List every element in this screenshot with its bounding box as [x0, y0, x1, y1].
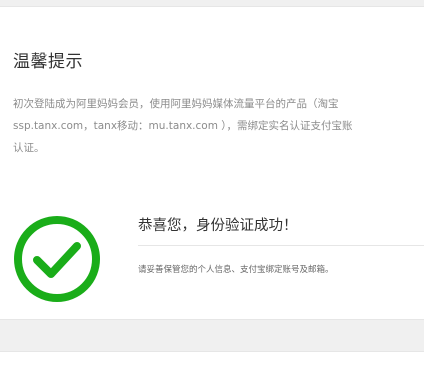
- security-note: 请妥善保管您的个人信息、支付宝绑定账号及邮箱。: [138, 265, 334, 275]
- next-section: [0, 351, 424, 372]
- notice-description: 初次登陆成为阿里妈妈会员，使用阿里妈妈媒体流量平台的产品（淘宝 ssp.tanx…: [13, 93, 424, 159]
- check-circle-icon: [14, 216, 100, 302]
- description-line: 初次登陆成为阿里妈妈会员，使用阿里妈妈媒体流量平台的产品（淘宝: [13, 98, 339, 110]
- divider: [138, 245, 424, 246]
- notice-card: 温馨提示 初次登陆成为阿里妈妈会员，使用阿里妈妈媒体流量平台的产品（淘宝 ssp…: [0, 6, 424, 320]
- description-line: ssp.tanx.com，tanx移动：mu.tanx.com ），需绑定实名认…: [13, 120, 353, 132]
- description-line: 认证。: [13, 142, 45, 154]
- page-title: 温馨提示: [13, 52, 83, 72]
- success-message: 恭喜您，身份验证成功！: [138, 218, 298, 234]
